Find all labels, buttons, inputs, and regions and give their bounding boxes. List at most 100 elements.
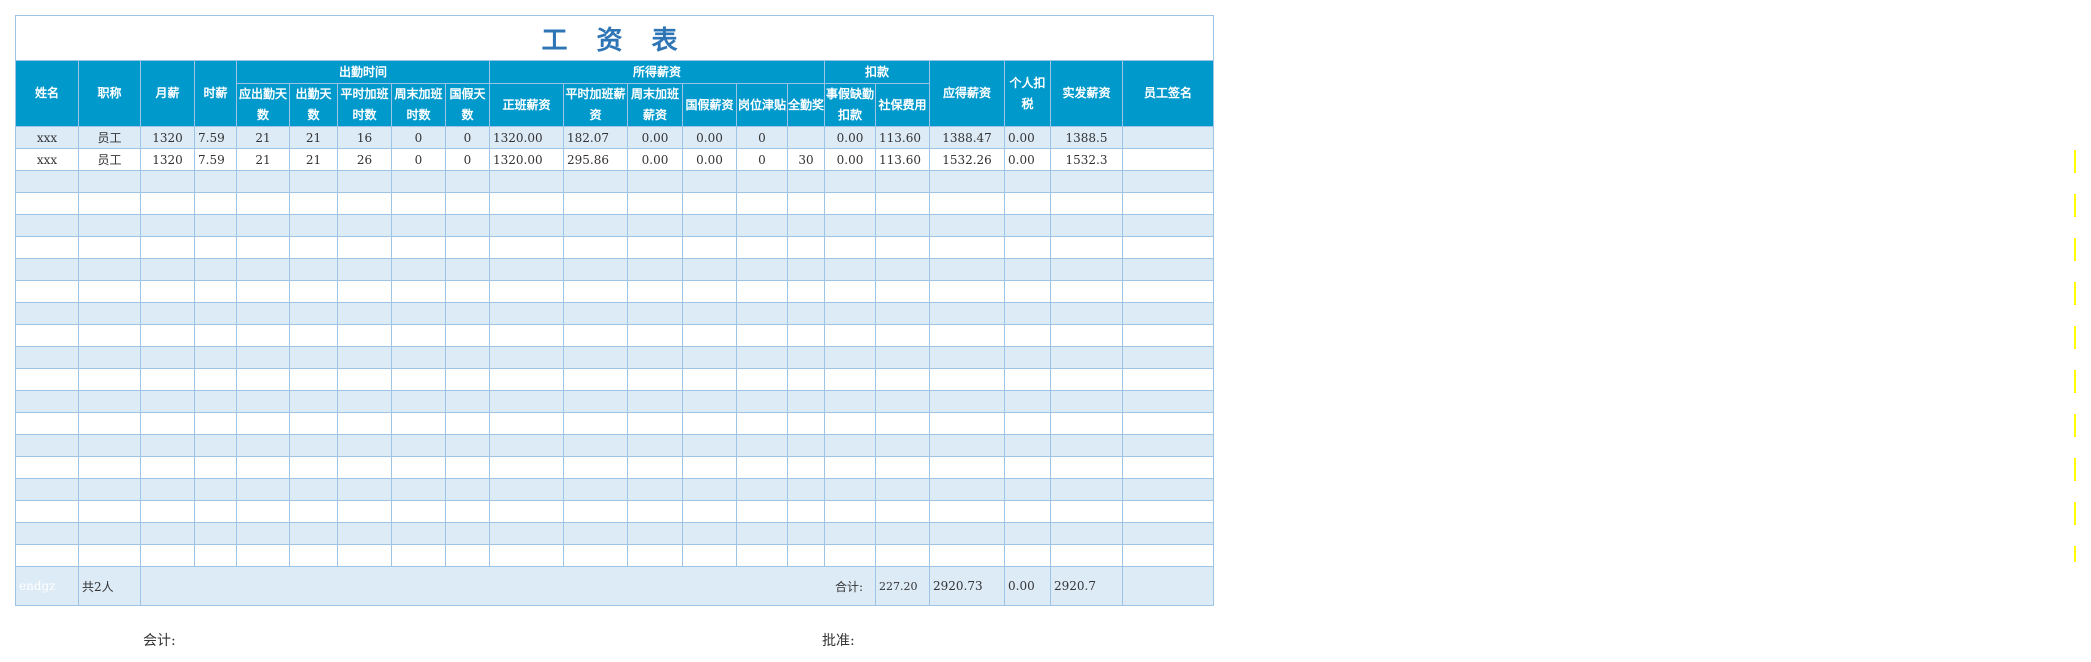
cell-name[interactable]: xxx [15,148,79,171]
footer-signature-cell[interactable] [1122,566,1214,606]
cell-leave-ded[interactable] [824,236,876,259]
cell-monthly[interactable] [140,214,195,237]
cell-req-days[interactable] [236,412,290,435]
cell-tax[interactable]: 0.00 [1004,148,1051,171]
cell-we-ot-pay[interactable] [627,456,683,479]
cell-monthly[interactable] [140,390,195,413]
cell-wd-ot[interactable] [337,368,392,391]
cell-sign[interactable] [1122,500,1214,523]
cell-monthly[interactable] [140,544,195,567]
cell-hol-pay[interactable] [682,390,737,413]
cell-regular[interactable]: 1320.00 [489,126,564,149]
header-group-deduction[interactable]: 扣款 [824,60,930,84]
cell-days[interactable] [289,522,338,545]
cell-wd-ot[interactable] [337,192,392,215]
cell-req-days[interactable]: 21 [236,148,290,171]
cell-bonus[interactable] [787,412,825,435]
cell-allowance[interactable] [736,236,788,259]
cell-bonus[interactable] [787,170,825,193]
cell-we-ot[interactable] [391,478,446,501]
cell-we-ot-pay[interactable] [627,258,683,281]
cell-days[interactable] [289,412,338,435]
cell-allowance[interactable]: 0 [736,148,788,171]
cell-net[interactable] [1050,324,1123,347]
cell-bonus[interactable] [787,214,825,237]
cell-req-days[interactable] [236,302,290,325]
cell-leave-ded[interactable] [824,214,876,237]
cell-req-days[interactable] [236,434,290,457]
header-leave-deduction[interactable]: 事假缺勤扣款 [824,83,876,127]
cell-net[interactable]: 1388.5 [1050,126,1123,149]
cell-we-ot[interactable] [391,346,446,369]
cell-monthly[interactable] [140,236,195,259]
cell-days[interactable] [289,456,338,479]
cell-days[interactable] [289,346,338,369]
cell-sign[interactable] [1122,170,1214,193]
cell-hol[interactable] [445,390,490,413]
cell-bonus[interactable] [787,324,825,347]
cell-hol-pay[interactable] [682,170,737,193]
cell-social[interactable] [875,170,930,193]
cell-social[interactable] [875,324,930,347]
header-net-pay[interactable]: 实发薪资 [1050,60,1123,127]
cell-name[interactable] [15,302,79,325]
cell-days[interactable] [289,170,338,193]
cell-position[interactable] [78,478,141,501]
cell-position[interactable] [78,346,141,369]
cell-position[interactable] [78,544,141,567]
footer-total-label[interactable]: 合计: [140,566,876,606]
cell-tax[interactable] [1004,170,1051,193]
cell-allowance[interactable] [736,368,788,391]
cell-leave-ded[interactable] [824,412,876,435]
cell-wd-ot[interactable] [337,324,392,347]
cell-bonus[interactable] [787,390,825,413]
cell-days[interactable] [289,324,338,347]
cell-monthly[interactable] [140,170,195,193]
cell-regular[interactable] [489,522,564,545]
cell-allowance[interactable] [736,522,788,545]
header-holiday-pay[interactable]: 国假薪资 [682,83,737,127]
cell-we-ot[interactable] [391,368,446,391]
cell-we-ot-pay[interactable] [627,280,683,303]
cell-hol[interactable] [445,522,490,545]
cell-we-ot-pay[interactable] [627,412,683,435]
cell-leave-ded[interactable] [824,346,876,369]
header-weekend-ot-pay[interactable]: 周末加班薪资 [627,83,683,127]
cell-hol[interactable]: 0 [445,148,490,171]
cell-regular[interactable] [489,434,564,457]
cell-regular[interactable] [489,346,564,369]
cell-name[interactable] [15,522,79,545]
cell-net[interactable] [1050,412,1123,435]
cell-allowance[interactable] [736,412,788,435]
cell-we-ot-pay[interactable] [627,302,683,325]
cell-sign[interactable] [1122,478,1214,501]
cell-leave-ded[interactable] [824,280,876,303]
cell-position[interactable] [78,434,141,457]
cell-hourly[interactable] [194,522,237,545]
cell-sign[interactable] [1122,324,1214,347]
cell-allowance[interactable] [736,258,788,281]
cell-net[interactable] [1050,522,1123,545]
header-hourly-wage[interactable]: 时薪 [194,60,237,127]
cell-net[interactable] [1050,236,1123,259]
cell-we-ot[interactable] [391,258,446,281]
cell-sign[interactable] [1122,412,1214,435]
cell-hol[interactable] [445,192,490,215]
cell-bonus[interactable] [787,258,825,281]
cell-net[interactable] [1050,346,1123,369]
header-regular-pay[interactable]: 正班薪资 [489,83,564,127]
cell-regular[interactable] [489,412,564,435]
cell-regular[interactable]: 1320.00 [489,148,564,171]
cell-position[interactable]: 员工 [78,148,141,171]
cell-wd-ot-pay[interactable] [563,302,628,325]
cell-regular[interactable] [489,544,564,567]
cell-we-ot-pay[interactable] [627,434,683,457]
cell-sign[interactable] [1122,192,1214,215]
cell-we-ot-pay[interactable] [627,500,683,523]
cell-gross[interactable] [929,390,1005,413]
cell-wd-ot-pay[interactable] [563,368,628,391]
cell-we-ot-pay[interactable] [627,192,683,215]
cell-hourly[interactable] [194,214,237,237]
cell-req-days[interactable] [236,280,290,303]
cell-regular[interactable] [489,500,564,523]
